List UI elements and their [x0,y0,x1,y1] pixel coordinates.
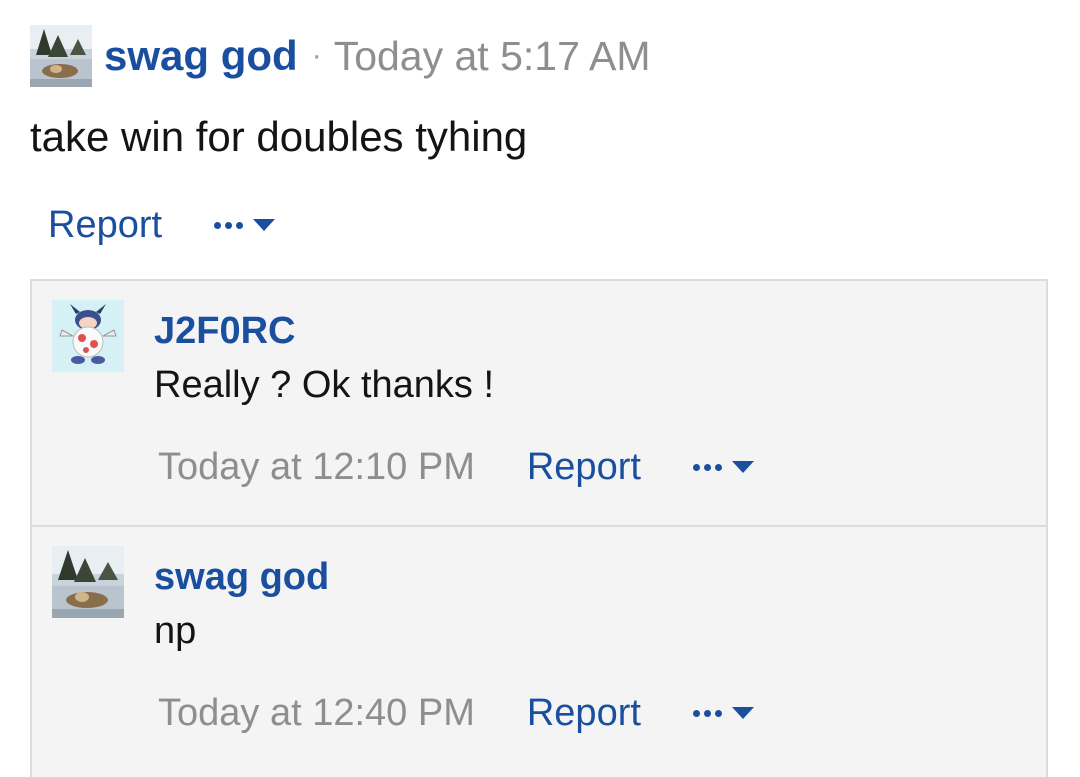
winter-scene-avatar-icon [52,546,124,618]
comment-actions: Today at 12:10 PM Report [158,444,754,490]
comment-author[interactable]: swag god [154,558,329,596]
comment-timestamp[interactable]: Today at 12:10 PM [158,448,475,486]
comment-text: Really ? Ok thanks ! [154,364,495,406]
winter-scene-avatar-icon [30,25,92,87]
comment-item: swag god np Today at 12:40 PM Report [32,525,1046,771]
comment-author[interactable]: J2F0RC [154,312,296,350]
avatar[interactable] [30,25,92,87]
comment-item: J2F0RC Really ? Ok thanks ! Today at 12:… [32,281,1046,525]
cartoon-character-avatar-icon [52,300,124,372]
separator-dot: · [311,39,322,72]
report-button[interactable]: Report [527,448,641,486]
post-header: swag god · Today at 5:17 AM [30,24,651,88]
avatar[interactable] [52,300,124,372]
more-options-button[interactable] [692,461,754,473]
ellipsis-icon [692,709,722,717]
caret-down-icon [253,219,276,231]
ellipsis-icon [692,463,722,471]
more-options-button[interactable] [214,219,276,231]
comments-list: J2F0RC Really ? Ok thanks ! Today at 12:… [30,279,1048,777]
more-options-button[interactable] [692,707,754,719]
comment-actions: Today at 12:40 PM Report [158,690,754,736]
caret-down-icon [731,707,754,719]
post-body: take win for doubles tyhing [30,113,528,160]
ellipsis-icon [214,221,244,229]
comment-timestamp[interactable]: Today at 12:40 PM [158,694,475,732]
caret-down-icon [731,461,754,473]
post-actions: Report [48,200,276,250]
avatar[interactable] [52,546,124,618]
post-timestamp[interactable]: Today at 5:17 AM [334,35,651,77]
report-button[interactable]: Report [48,206,162,244]
comment-text: np [154,610,197,652]
report-button[interactable]: Report [527,694,641,732]
thread-view: swag god · Today at 5:17 AM take win for… [0,0,1080,777]
post-author[interactable]: swag god [104,35,298,77]
